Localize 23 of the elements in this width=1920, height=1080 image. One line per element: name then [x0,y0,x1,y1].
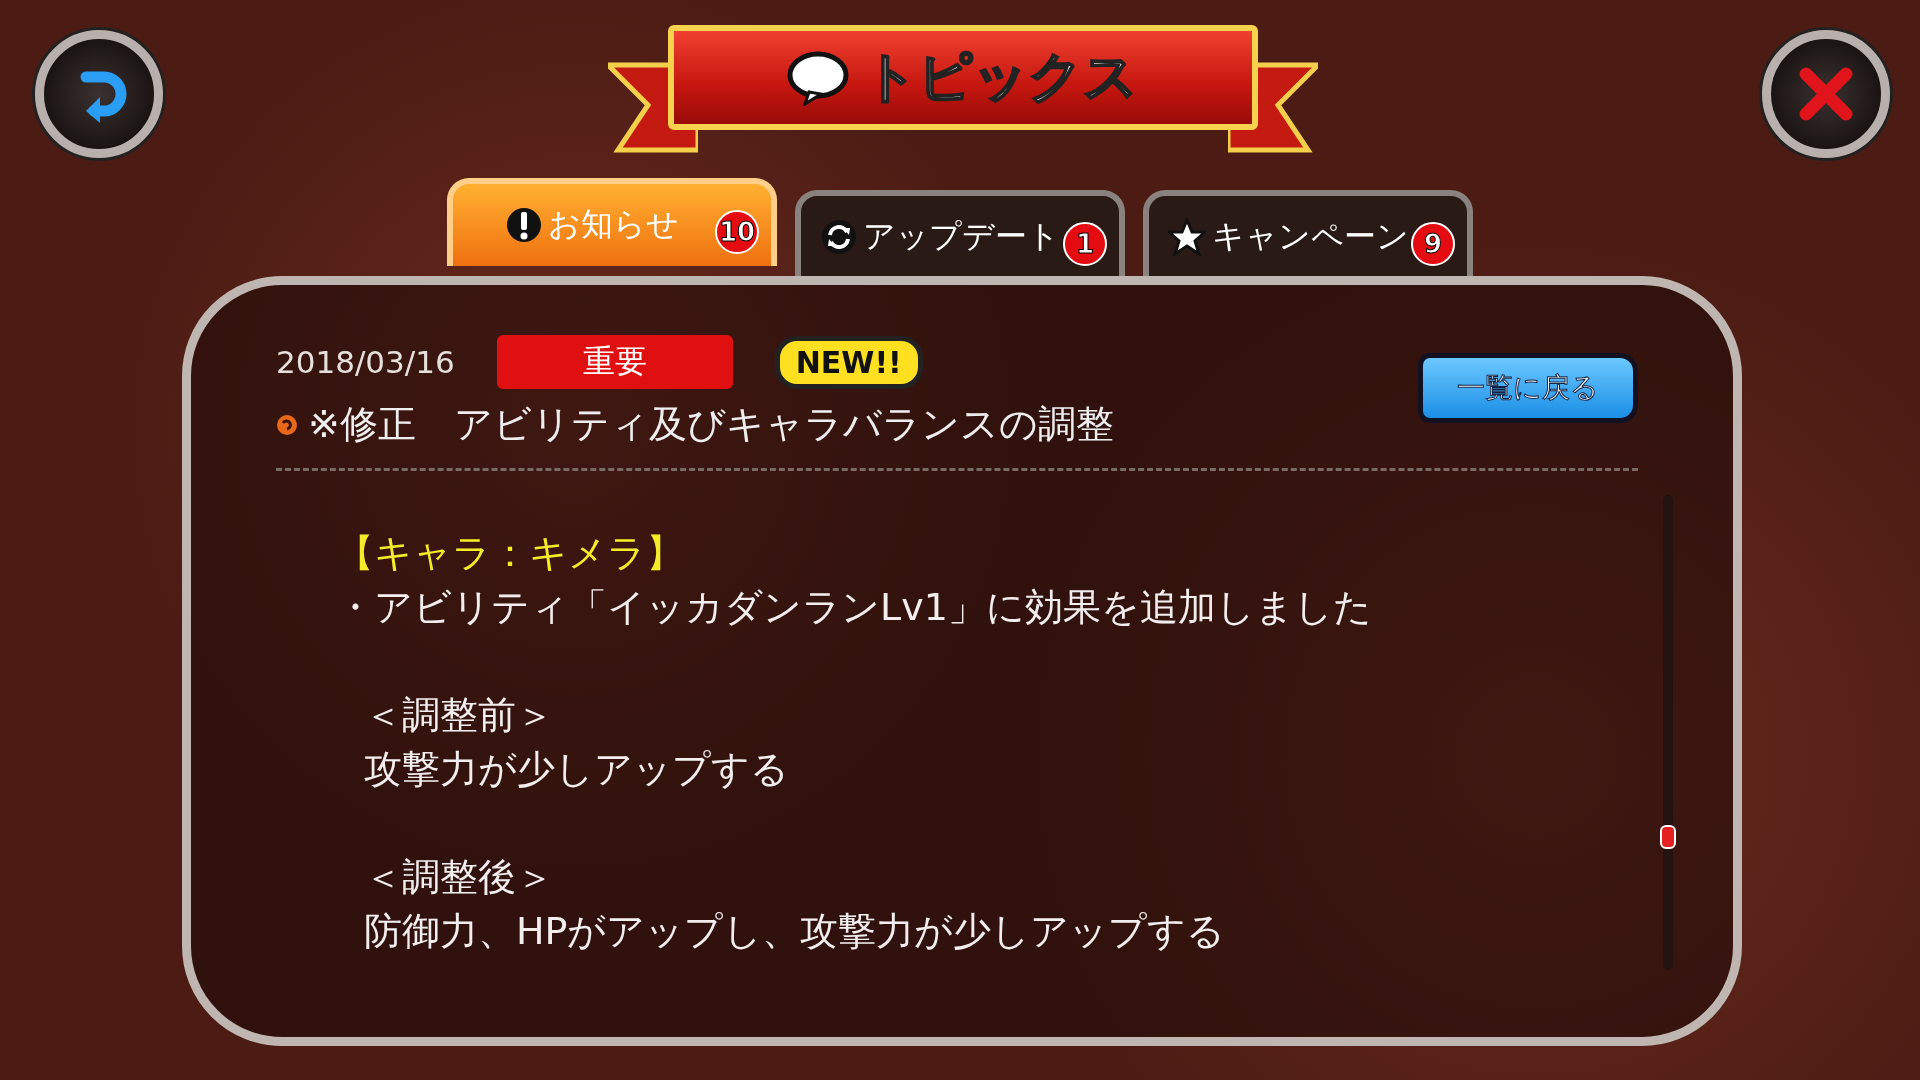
body-text: ＜調整前＞ [364,692,555,739]
scrollbar-thumb[interactable] [1660,825,1676,849]
body-text: ＜調整後＞ [364,854,555,901]
topic-tab[interactable]: お知らせ 10 [447,178,777,266]
refresh-icon [820,219,857,255]
article-date: 2018/03/16 [276,344,455,380]
importance-tag: 重要 [496,335,733,389]
count-badge: 10 [715,210,759,254]
swirl-icon [276,413,298,436]
speech-bubble-icon [787,49,849,106]
section-heading: 【キャラ：キメラ】 [336,530,685,577]
topic-tab[interactable]: アップデート 1 [795,190,1125,278]
topic-tab[interactable]: キャンペーン 9 [1143,190,1473,278]
exclamation-icon [505,205,542,245]
article-title: ※修正 アビリティ及びキャラバランスの調整 [308,401,1114,448]
body-text: ・アビリティ「イッカダンランLv1」に効果を追加しました [336,584,1373,631]
new-badge: NEW!! [774,335,923,389]
count-badge: 1 [1063,222,1107,266]
count-badge: 9 [1411,222,1455,266]
star-icon [1167,218,1206,256]
body-text: 防御力、HPがアップし、攻撃力が少しアップする [364,908,1227,955]
body-text: 攻撃力が少しアップする [364,746,790,793]
banner-title: トピックス [863,44,1138,110]
